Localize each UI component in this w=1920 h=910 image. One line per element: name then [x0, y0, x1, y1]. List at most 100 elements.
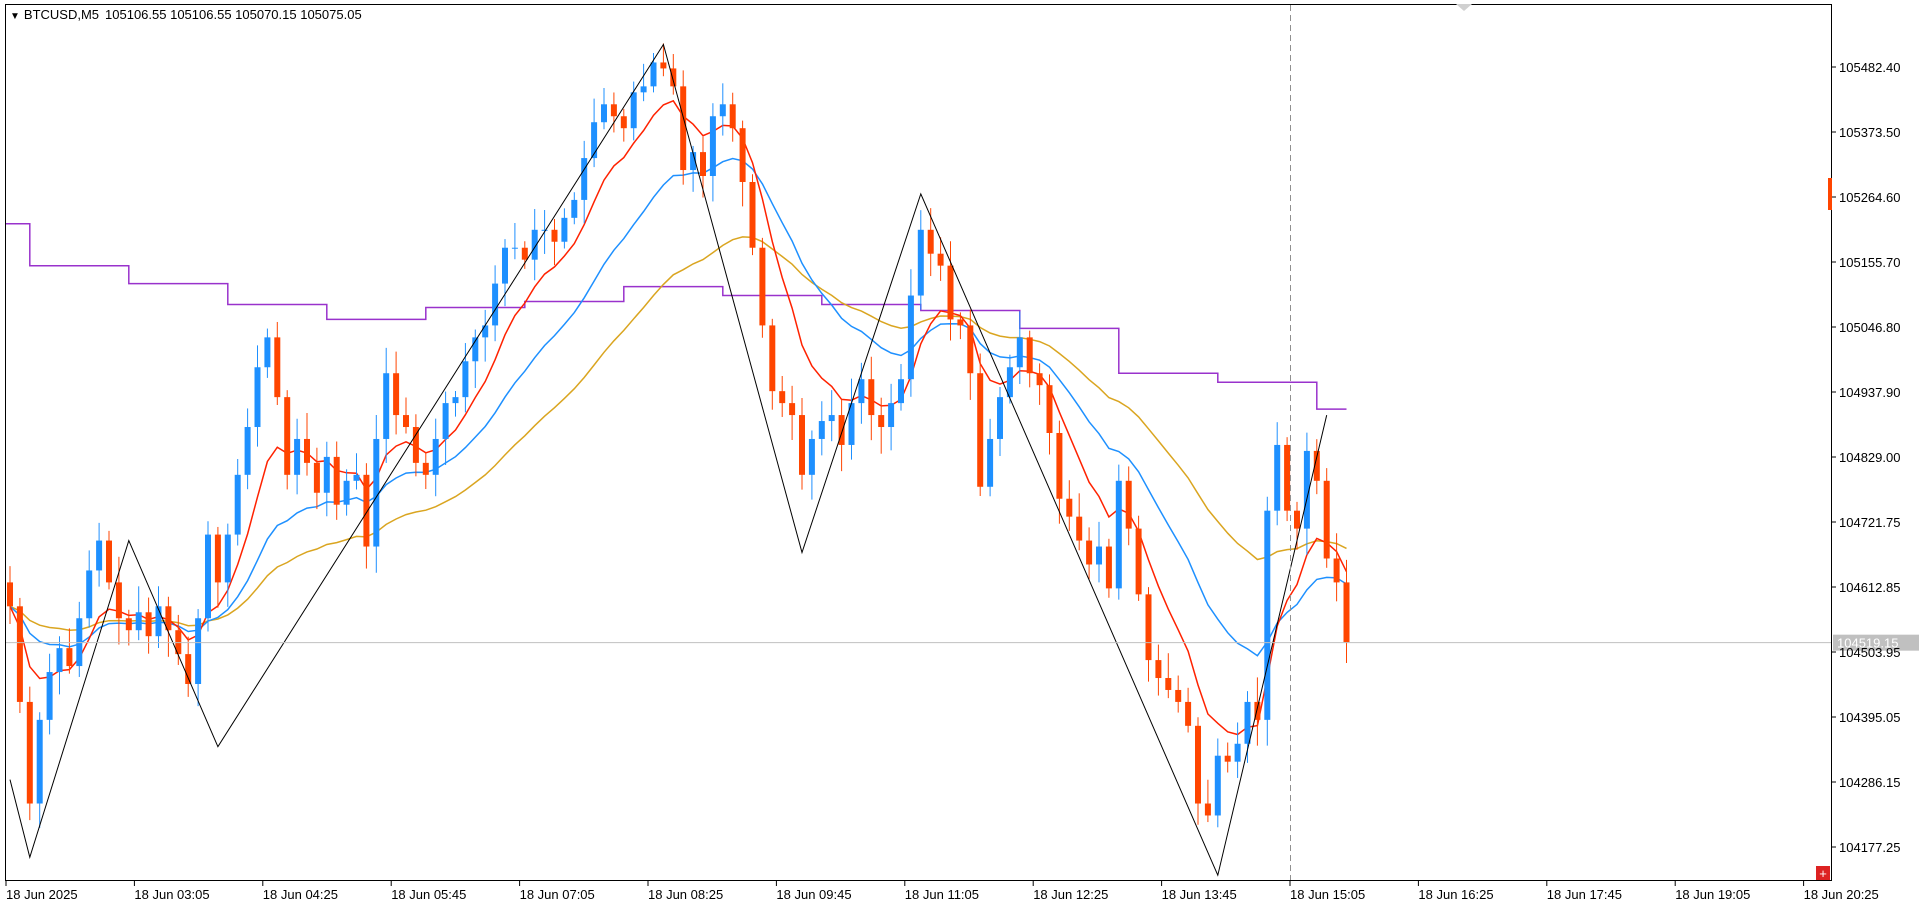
candle-body: [1234, 743, 1241, 762]
y-tick-label: 104829.00: [1839, 450, 1900, 465]
candle-body: [858, 379, 865, 404]
candle-body: [96, 540, 103, 571]
y-tick-label: 105264.60: [1839, 190, 1900, 205]
current-price-marker: [1828, 178, 1832, 210]
candle-body: [16, 606, 23, 702]
x-tick-label: 18 Jun 05:45: [391, 887, 466, 902]
candle-body: [403, 415, 409, 428]
candle-body: [1323, 480, 1330, 559]
candle-body: [1284, 444, 1291, 511]
candle-body: [789, 403, 796, 416]
candle-body: [1056, 432, 1063, 499]
candle-body: [502, 247, 508, 284]
candle-body: [333, 456, 340, 505]
candle-body: [284, 397, 291, 475]
x-tick-label: 18 Jun 08:25: [648, 887, 723, 902]
candle-body: [1333, 558, 1340, 583]
candle-body: [917, 229, 924, 296]
candle-body: [1224, 755, 1231, 762]
candle-body: [1046, 385, 1053, 433]
candle-body: [759, 247, 766, 326]
y-tick-label: 104177.25: [1839, 840, 1900, 855]
candle-body: [1274, 444, 1281, 511]
candle-body: [224, 534, 231, 583]
candle-body: [482, 325, 489, 338]
candle-body: [7, 582, 13, 607]
x-tick-label: 18 Jun 20:25: [1804, 887, 1879, 902]
candle-body: [492, 283, 499, 326]
candle-body: [313, 462, 320, 493]
candle-body: [135, 612, 142, 631]
candle-body: [1195, 725, 1201, 804]
candle-body: [977, 373, 984, 487]
candle-body: [927, 229, 934, 254]
candle-body: [571, 199, 578, 218]
chart-svg[interactable]: 104519.15 105482.40105373.50105264.60105…: [0, 0, 1920, 910]
candle-body: [898, 379, 904, 404]
candle-body: [195, 618, 202, 684]
candle-body: [987, 438, 994, 487]
candle-body: [26, 701, 33, 804]
candle-body: [1036, 373, 1043, 386]
candle-body: [1066, 498, 1073, 517]
candle-body: [412, 427, 419, 463]
candle-body: [709, 116, 716, 177]
candle-body: [304, 438, 310, 463]
x-tick-label: 18 Jun 16:25: [1418, 887, 1493, 902]
candle-body: [432, 438, 439, 475]
candle-body: [363, 474, 370, 547]
candle-body: [719, 104, 726, 117]
candle-body: [462, 361, 469, 398]
candle-body: [353, 474, 360, 481]
candle-body: [1294, 510, 1300, 529]
candle-body: [640, 86, 647, 93]
candle-body: [1125, 480, 1132, 529]
candle-body: [808, 438, 815, 475]
candle-body: [106, 540, 112, 583]
candle-body: [76, 618, 83, 667]
y-tick-label: 104612.85: [1839, 580, 1900, 595]
candle-body: [997, 397, 1003, 439]
scroll-to-end-button[interactable]: +: [1816, 866, 1830, 881]
candle-body: [660, 62, 667, 69]
candle-body: [323, 456, 330, 493]
y-tick-label: 104395.05: [1839, 710, 1900, 725]
candle-body: [254, 367, 261, 428]
y-tick-label: 105482.40: [1839, 60, 1900, 75]
x-tick-label: 18 Jun 07:05: [520, 887, 595, 902]
candle-body: [185, 654, 192, 684]
chart-root[interactable]: 104519.15 105482.40 105373.50 105264.60 105…: [0, 0, 1920, 910]
candle-body: [561, 217, 568, 242]
candle-body: [244, 427, 251, 475]
candle-body: [907, 295, 914, 380]
collapse-triangle-icon[interactable]: ▼: [10, 11, 20, 22]
plus-icon: +: [1819, 866, 1827, 881]
y-tick-label: 105155.70: [1839, 255, 1900, 270]
candle-body: [878, 415, 885, 428]
candle-body: [1185, 701, 1192, 726]
price-axis-ticks: 105482.40 105373.50 105264.60 105155.70 1050…: [1831, 60, 1900, 855]
candle-body: [56, 648, 63, 673]
candle-body: [214, 534, 221, 583]
candle-body: [769, 325, 776, 392]
candle-body: [779, 391, 786, 404]
candle-body: [343, 480, 350, 505]
candle-body: [521, 247, 528, 260]
candle-body: [670, 68, 677, 87]
candle-body: [1343, 582, 1350, 643]
y-tick-label: 105046.80: [1839, 320, 1900, 335]
candle-body: [1026, 337, 1033, 374]
x-tick-label: 18 Jun 03:05: [134, 887, 209, 902]
candle-body: [591, 122, 598, 159]
candle-body: [947, 265, 954, 320]
candle-body: [828, 415, 835, 422]
candle-body: [937, 253, 944, 266]
symbol-label: BTCUSD,M5: [23, 7, 100, 22]
candle-body: [610, 104, 617, 117]
candle-body: [1214, 755, 1221, 816]
time-axis-ticks: 18 Jun 2025 18 Jun 03:05 18 Jun 04:25 18 Ju…: [5, 881, 1879, 902]
candle-body: [1155, 660, 1162, 679]
candle-body: [66, 648, 73, 667]
candle-body: [818, 421, 825, 439]
candle-body: [145, 612, 152, 637]
